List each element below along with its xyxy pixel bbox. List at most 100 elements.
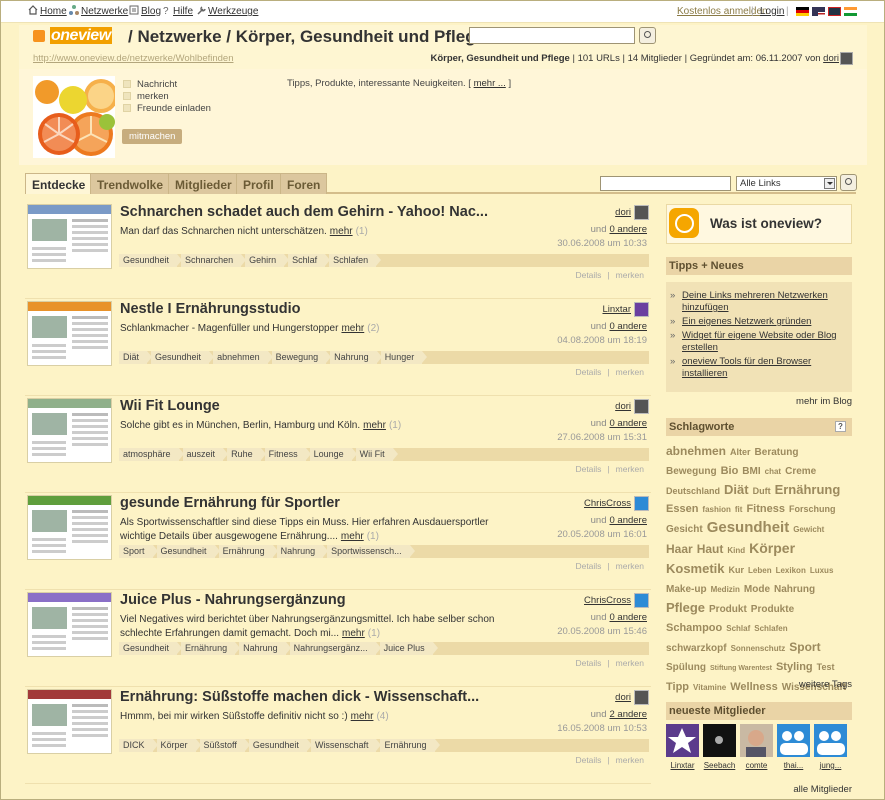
- member-name[interactable]: Seebach: [703, 761, 736, 770]
- more-link[interactable]: mehr: [341, 323, 364, 334]
- details-link[interactable]: Details: [572, 658, 604, 668]
- tag[interactable]: Hunger: [380, 351, 427, 364]
- werkzeuge-link[interactable]: Werkzeuge: [196, 5, 258, 17]
- blog-link[interactable]: Blog: [129, 5, 161, 17]
- more-link[interactable]: mehr: [363, 420, 386, 431]
- tag-cloud-item[interactable]: Nahrung: [774, 581, 815, 599]
- others-link[interactable]: 2 andere: [609, 709, 647, 720]
- tag[interactable]: Schlafen: [329, 254, 382, 267]
- tag[interactable]: Sport: [119, 545, 157, 558]
- member-name[interactable]: jung...: [814, 761, 847, 770]
- bookmark-action[interactable]: merken: [123, 91, 169, 102]
- user-avatar[interactable]: [634, 593, 649, 608]
- join-button[interactable]: mitmachen: [122, 129, 183, 144]
- flag-in-icon[interactable]: [844, 7, 857, 16]
- link-user[interactable]: Linxtar: [602, 304, 631, 315]
- tag[interactable]: Körper: [156, 739, 201, 752]
- link-thumbnail[interactable]: [27, 495, 112, 560]
- tag[interactable]: DICK: [119, 739, 157, 752]
- member-name[interactable]: thai...: [777, 761, 810, 770]
- tag-cloud-item[interactable]: abnehmen: [666, 442, 726, 460]
- tag[interactable]: Sportwissensch...: [327, 545, 415, 558]
- tab-profil[interactable]: Profil: [236, 173, 281, 194]
- user-avatar[interactable]: [634, 496, 649, 511]
- oneview-logo[interactable]: oneview: [49, 27, 112, 45]
- blog-more-link[interactable]: mehr im Blog: [796, 396, 852, 407]
- member-avatar[interactable]: [740, 724, 773, 757]
- link-thumbnail[interactable]: [27, 204, 112, 269]
- all-members-link[interactable]: alle Mitglieder: [793, 784, 852, 795]
- member-name[interactable]: comte: [740, 761, 773, 770]
- tag-cloud-item[interactable]: Bio: [721, 462, 739, 480]
- tab-mitglieder[interactable]: Mitglieder: [168, 173, 239, 194]
- tag-cloud-item[interactable]: Kur: [729, 561, 745, 579]
- link-user[interactable]: dori: [615, 692, 631, 703]
- tag-cloud-item[interactable]: fashion: [702, 501, 730, 519]
- tag-cloud-item[interactable]: Lexikon: [776, 562, 806, 580]
- tag-cloud-item[interactable]: Alter: [730, 443, 751, 461]
- details-link[interactable]: Details: [572, 561, 604, 571]
- link-title[interactable]: Wii Fit Lounge: [120, 398, 220, 414]
- link-user[interactable]: dori: [615, 401, 631, 412]
- others-link[interactable]: 0 andere: [609, 418, 647, 429]
- tag[interactable]: Schnarchen: [181, 254, 247, 267]
- founder-link[interactable]: dori: [823, 53, 839, 64]
- bookmark-link[interactable]: merken: [613, 464, 647, 474]
- tab-entdecke[interactable]: Entdecke: [25, 173, 93, 194]
- what-is-oneview-box[interactable]: Was ist oneview?: [666, 204, 852, 244]
- tag[interactable]: Nahrung: [276, 545, 328, 558]
- others-link[interactable]: 0 andere: [609, 224, 647, 235]
- flag-de-icon[interactable]: [796, 7, 809, 16]
- tag[interactable]: auszeit: [182, 448, 228, 461]
- tag[interactable]: Gesundheit: [119, 642, 183, 655]
- bookmark-link[interactable]: merken: [613, 755, 647, 765]
- tag-cloud-item[interactable]: Test: [817, 658, 835, 676]
- tag-cloud-item[interactable]: Styling: [776, 658, 813, 676]
- tag[interactable]: Bewegung: [271, 351, 331, 364]
- tag[interactable]: Diät: [119, 351, 153, 364]
- tag-cloud-item[interactable]: Medizin: [711, 581, 740, 599]
- others-link[interactable]: 0 andere: [609, 612, 647, 623]
- link-title[interactable]: Ernährung: Süßstoffe machen dick - Wisse…: [120, 689, 479, 705]
- tag-cloud-item[interactable]: Leben: [748, 562, 772, 580]
- tag-cloud-item[interactable]: Körper: [749, 539, 795, 557]
- tag[interactable]: Nahrung: [239, 642, 291, 655]
- network-url[interactable]: http://www.oneview.de/netzwerke/Wohlbefi…: [33, 53, 234, 64]
- member-avatar[interactable]: [666, 724, 699, 757]
- details-link[interactable]: Details: [572, 755, 604, 765]
- tag-cloud-item[interactable]: Spülung: [666, 659, 706, 677]
- tag-cloud-item[interactable]: Duft: [753, 482, 771, 500]
- more-link[interactable]: mehr: [341, 531, 364, 542]
- user-avatar[interactable]: [634, 205, 649, 220]
- tag-cloud-item[interactable]: Schlafen: [754, 620, 787, 638]
- tag-cloud-item[interactable]: Vitamine: [693, 679, 726, 697]
- home-link[interactable]: Home: [28, 5, 67, 17]
- bookmark-link[interactable]: merken: [613, 270, 647, 280]
- tag-cloud-item[interactable]: Beratung: [755, 444, 799, 462]
- link-filter-input[interactable]: [600, 176, 731, 191]
- tag-cloud-item[interactable]: Stiftung Warentest: [710, 660, 772, 678]
- link-user[interactable]: ChrisCross: [584, 498, 631, 509]
- tag-cloud-item[interactable]: Produkte: [751, 601, 794, 619]
- send-message-action[interactable]: Nachricht: [123, 79, 177, 90]
- member-avatar[interactable]: [703, 724, 736, 757]
- tag-cloud-item[interactable]: Forschung: [789, 500, 836, 518]
- user-avatar[interactable]: [634, 302, 649, 317]
- tag-cloud-item[interactable]: Sonnenschutz: [731, 640, 786, 658]
- tag[interactable]: Wissenschaft: [310, 739, 381, 752]
- tab-foren[interactable]: Foren: [280, 173, 328, 194]
- tag-cloud-item[interactable]: Schlaf: [726, 620, 750, 638]
- tag-cloud-item[interactable]: Essen: [666, 500, 698, 518]
- tag[interactable]: Nahrung: [330, 351, 382, 364]
- link-thumbnail[interactable]: [27, 301, 112, 366]
- tag-cloud-item[interactable]: Diät: [724, 481, 749, 499]
- hilfe-link[interactable]: ? Hilfe: [161, 5, 193, 17]
- tag[interactable]: Ernährung: [181, 642, 241, 655]
- tag[interactable]: abnehmen: [213, 351, 273, 364]
- others-link[interactable]: 0 andere: [609, 321, 647, 332]
- help-icon[interactable]: ?: [835, 421, 846, 432]
- description-more-link[interactable]: mehr ...: [474, 78, 506, 89]
- tag[interactable]: Ernährung: [380, 739, 440, 752]
- tag[interactable]: Gesundheit: [156, 545, 220, 558]
- tag-cloud-item[interactable]: Kind: [727, 542, 745, 560]
